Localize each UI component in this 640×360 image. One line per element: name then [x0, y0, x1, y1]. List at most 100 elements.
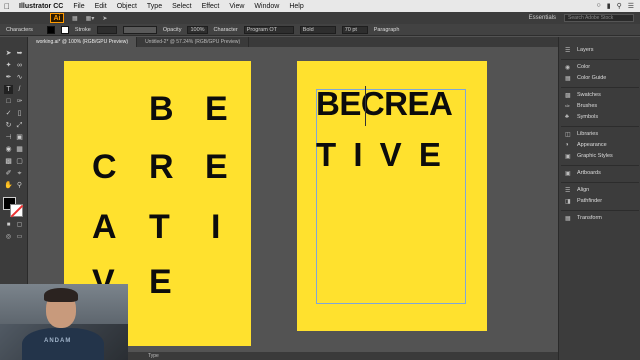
- swatches-icon: ▩: [565, 93, 571, 99]
- panel-graphic-styles-label: Graphic Styles: [577, 153, 613, 159]
- mac-menubar:  Illustrator CC File Edit Object Type S…: [0, 0, 640, 12]
- layers-icon: ☰: [565, 48, 571, 54]
- menu-edit[interactable]: Edit: [90, 3, 112, 10]
- artboard1-letter: A: [92, 208, 117, 246]
- panel-brushes[interactable]: ✑ Brushes: [565, 103, 597, 110]
- control-panel-label: Characters: [6, 26, 33, 33]
- eyedropper-tool-icon[interactable]: ✐: [4, 169, 13, 178]
- eraser-tool-icon[interactable]: ▯: [15, 109, 24, 118]
- font-size-field[interactable]: 70 pt: [341, 25, 368, 34]
- font-style-field[interactable]: Bold: [299, 25, 336, 34]
- selection-tool-icon[interactable]: ➤: [4, 49, 13, 58]
- gradient-tool-icon[interactable]: ▢: [15, 157, 24, 166]
- character-panel-link[interactable]: Character: [214, 27, 238, 33]
- menu-select[interactable]: Select: [167, 3, 196, 10]
- menu-effect[interactable]: Effect: [197, 3, 225, 10]
- menu-view[interactable]: View: [224, 3, 249, 10]
- app-bar: Ai ▦ ▦▾ ➤ Essentials Search Adobe Stock: [0, 12, 640, 24]
- tab-untitled-2[interactable]: Untitled-2* @ 57.24% (RGB/GPU Preview): [137, 37, 250, 47]
- lasso-tool-icon[interactable]: ∞: [15, 61, 24, 70]
- artboard1-letter: T: [149, 208, 170, 246]
- wifi-icon[interactable]: ○: [596, 2, 600, 10]
- rectangle-tool-icon[interactable]: □: [4, 97, 13, 106]
- artboards-icon: ▣: [565, 171, 571, 177]
- symbols-icon: ♣: [565, 114, 569, 120]
- panel-separator: [561, 210, 639, 211]
- hand-tool-icon[interactable]: ✋: [4, 181, 13, 190]
- panel-appearance-label: Appearance: [577, 142, 607, 148]
- menu-app-name[interactable]: Illustrator CC: [14, 3, 68, 10]
- artboard1-letter: E: [205, 148, 228, 186]
- color-mode-icon[interactable]: ■: [4, 221, 13, 230]
- stroke-label[interactable]: Stroke: [75, 27, 91, 33]
- apple-menu-icon[interactable]: : [0, 2, 14, 11]
- stock-search-input[interactable]: Search Adobe Stock: [564, 14, 634, 22]
- mesh-tool-icon[interactable]: ▩: [4, 157, 13, 166]
- text-line-2[interactable]: T I V E: [316, 138, 445, 171]
- width-tool-icon[interactable]: ⊣: [4, 133, 13, 142]
- stroke-color-swatch[interactable]: [60, 25, 69, 34]
- artboard1-letter: I: [211, 208, 221, 246]
- webcam-overlay: ANDAM: [0, 284, 128, 360]
- align-icon: ☰: [565, 188, 571, 194]
- paintbrush-tool-icon[interactable]: ✑: [15, 97, 24, 106]
- current-tool-status[interactable]: Type: [148, 353, 159, 359]
- menu-type[interactable]: Type: [142, 3, 167, 10]
- panel-libraries[interactable]: ◫ Libraries: [565, 131, 598, 138]
- paragraph-panel-link[interactable]: Paragraph: [374, 27, 400, 33]
- fill-color-swatch[interactable]: [46, 25, 55, 34]
- send-icon[interactable]: ➤: [102, 15, 107, 22]
- curvature-tool-icon[interactable]: ∿: [15, 73, 24, 82]
- panel-appearance[interactable]: ◑ Appearance: [565, 142, 607, 148]
- pen-tool-icon[interactable]: ✒: [4, 73, 13, 82]
- panel-symbols[interactable]: ♣ Symbols: [565, 114, 598, 120]
- panel-transform[interactable]: ▦ Transform: [565, 215, 602, 222]
- rotate-tool-icon[interactable]: ↻: [4, 121, 13, 130]
- workspace-switcher[interactable]: Essentials: [529, 15, 556, 21]
- menu-window[interactable]: Window: [249, 3, 284, 10]
- battery-icon[interactable]: ▮: [607, 2, 611, 10]
- arrange-documents-icon[interactable]: ▦▾: [86, 15, 95, 22]
- panel-pathfinder[interactable]: ◨ Pathfinder: [565, 198, 603, 205]
- panel-color-guide[interactable]: ▦ Color Guide: [565, 75, 606, 82]
- panel-swatches[interactable]: ▩ Swatches: [565, 92, 601, 99]
- opacity-label: Opacity: [162, 26, 182, 33]
- panel-color[interactable]: ◉ Color: [565, 64, 590, 71]
- screen-mode-icon[interactable]: ▭: [15, 233, 24, 242]
- brush-definition-field[interactable]: [122, 25, 157, 34]
- panel-align-label: Align: [577, 187, 590, 193]
- panel-artboards[interactable]: ▣ Artboards: [565, 170, 601, 177]
- spotlight-icon[interactable]: ⚲: [617, 2, 622, 10]
- free-transform-tool-icon[interactable]: ▣: [15, 133, 24, 142]
- magic-wand-tool-icon[interactable]: ✦: [4, 61, 13, 70]
- menu-file[interactable]: File: [68, 3, 89, 10]
- stroke-weight-field[interactable]: [96, 25, 117, 34]
- menu-object[interactable]: Object: [112, 3, 142, 10]
- blend-tool-icon[interactable]: ⌖: [15, 169, 24, 178]
- direct-selection-tool-icon[interactable]: ➥: [15, 49, 24, 58]
- menu-list-icon[interactable]: ☰: [628, 2, 634, 10]
- text-line-1[interactable]: BECREA: [316, 87, 453, 120]
- panel-pathfinder-label: Pathfinder: [577, 198, 603, 204]
- gradient-mode-icon[interactable]: ▢: [15, 221, 24, 230]
- artboard1-letter: C: [92, 148, 117, 186]
- shaper-tool-icon[interactable]: ✓: [4, 109, 13, 118]
- perspective-grid-tool-icon[interactable]: ▦: [15, 145, 24, 154]
- zoom-tool-icon[interactable]: ⚲: [15, 181, 24, 190]
- panel-graphic-styles[interactable]: ▣ Graphic Styles: [565, 153, 613, 160]
- font-family-field[interactable]: Program OT: [243, 25, 294, 34]
- opacity-field[interactable]: 100%: [187, 25, 208, 34]
- bridge-icon[interactable]: ▦: [72, 15, 78, 22]
- stroke-swatch[interactable]: [10, 204, 23, 217]
- panel-layers-label: Layers: [577, 47, 594, 53]
- tab-working[interactable]: working.ai* @ 100% (RGB/GPU Preview): [28, 37, 138, 47]
- line-tool-icon[interactable]: /: [15, 85, 24, 94]
- panel-align[interactable]: ☰ Align: [565, 187, 590, 194]
- type-tool-icon[interactable]: T: [4, 85, 13, 94]
- shape-builder-tool-icon[interactable]: ◉: [4, 145, 13, 154]
- artboard1-letter: R: [149, 148, 174, 186]
- menu-help[interactable]: Help: [284, 3, 308, 10]
- draw-mode-icon[interactable]: ◎: [4, 233, 13, 242]
- scale-tool-icon[interactable]: ⤢: [15, 121, 24, 130]
- panel-layers[interactable]: ☰ Layers: [565, 47, 594, 54]
